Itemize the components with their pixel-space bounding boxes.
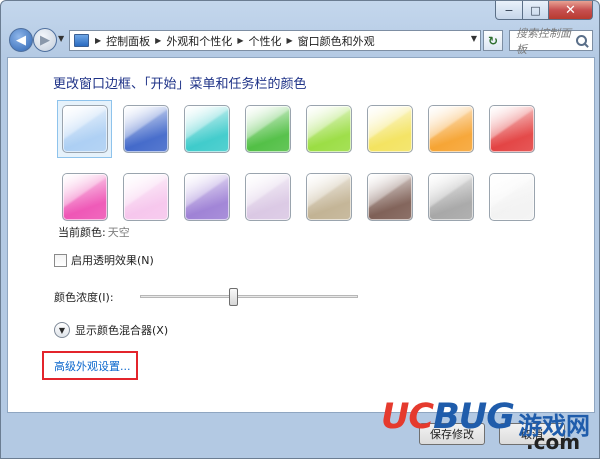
transparency-label[interactable]: 启用透明效果(N): [71, 252, 154, 268]
search-input[interactable]: 搜索控制面板: [509, 27, 593, 56]
color-swatch-tile[interactable]: [122, 173, 169, 221]
color-swatch-7[interactable]: [423, 100, 478, 158]
color-swatch-tile[interactable]: [427, 105, 474, 153]
color-swatch-16[interactable]: [484, 168, 539, 226]
intensity-label: 颜色浓度(I):: [54, 291, 114, 304]
caption-buttons: − □ ✕: [495, 1, 593, 21]
search-placeholder: 搜索控制面板: [516, 26, 571, 56]
color-swatch-tile[interactable]: [366, 105, 413, 153]
color-swatch-4[interactable]: [240, 100, 295, 158]
page-title: 更改窗口边框、「开始」菜单和任务栏的颜色: [53, 77, 307, 92]
color-swatch-11[interactable]: [179, 168, 234, 226]
control-panel-window: − □ ✕ ◀ ▶ ▼ ▶ 控制面板 ▶ 外观和个性化 ▶ 个性化 ▶ 窗口颜色…: [0, 0, 600, 459]
color-mixer-label[interactable]: 显示颜色混合器(X): [75, 322, 168, 338]
color-swatch-tile[interactable]: [305, 105, 352, 153]
forward-button[interactable]: ▶: [33, 28, 57, 52]
maximize-button[interactable]: □: [523, 1, 549, 20]
current-color-value: 天空: [107, 226, 130, 239]
transparency-checkbox[interactable]: [54, 253, 67, 267]
breadcrumb-personalization[interactable]: 个性化: [247, 33, 282, 49]
back-button[interactable]: ◀: [9, 28, 33, 52]
transparency-option[interactable]: 启用透明效果(N): [54, 252, 154, 268]
color-swatch-tile[interactable]: [427, 173, 474, 221]
address-dropdown-icon[interactable]: ▼: [471, 34, 477, 43]
color-swatch-tile[interactable]: [183, 173, 230, 221]
current-color: 当前颜色: 天空: [58, 224, 130, 240]
color-swatch-tile[interactable]: [244, 173, 291, 221]
advanced-appearance-link[interactable]: 高级外观设置...: [54, 358, 131, 374]
breadcrumb-appearance[interactable]: 外观和个性化: [165, 33, 233, 49]
refresh-button[interactable]: ↻: [483, 30, 503, 51]
watermark-logo: UCBUG: [381, 397, 515, 437]
color-swatch-15[interactable]: [423, 168, 478, 226]
color-swatch-3[interactable]: [179, 100, 234, 158]
color-swatch-9[interactable]: [57, 168, 112, 226]
color-swatch-grid: [57, 100, 547, 226]
chevron-right-icon[interactable]: ▶: [155, 36, 161, 45]
breadcrumb-control-panel[interactable]: 控制面板: [105, 33, 151, 49]
color-swatch-12[interactable]: [240, 168, 295, 226]
color-swatch-tile[interactable]: [61, 105, 108, 153]
navigation-bar: ◀ ▶ ▼ ▶ 控制面板 ▶ 外观和个性化 ▶ 个性化 ▶ 窗口颜色和外观 ▼ …: [1, 23, 599, 57]
minimize-button[interactable]: −: [495, 1, 523, 20]
chevron-right-icon[interactable]: ▶: [95, 36, 101, 45]
color-swatch-tile[interactable]: [244, 105, 291, 153]
chevron-right-icon[interactable]: ▶: [237, 36, 243, 45]
color-swatch-tile[interactable]: [488, 105, 535, 153]
color-swatch-tile[interactable]: [488, 173, 535, 221]
color-swatch-tile[interactable]: [366, 173, 413, 221]
breadcrumb-window-color[interactable]: 窗口颜色和外观: [297, 33, 376, 49]
close-button[interactable]: ✕: [549, 1, 593, 20]
color-swatch-tile[interactable]: [122, 105, 169, 153]
content-pane: 更改窗口边框、「开始」菜单和任务栏的颜色 当前颜色: 天空 启用透明效果(N) 颜…: [7, 57, 595, 413]
color-swatch-tile[interactable]: [305, 173, 352, 221]
intensity-row: 颜色浓度(I):: [54, 286, 374, 306]
chevron-down-icon[interactable]: ▼: [54, 322, 70, 338]
color-swatch-1[interactable]: [57, 100, 112, 158]
color-swatch-14[interactable]: [362, 168, 417, 226]
color-swatch-5[interactable]: [301, 100, 356, 158]
current-color-label: 当前颜色:: [58, 226, 106, 239]
color-swatch-10[interactable]: [118, 168, 173, 226]
intensity-slider[interactable]: [140, 288, 358, 306]
color-swatch-2[interactable]: [118, 100, 173, 158]
watermark-domain: .com: [526, 430, 581, 454]
color-mixer-toggle[interactable]: ▼ 显示颜色混合器(X): [54, 322, 168, 338]
color-swatch-13[interactable]: [301, 168, 356, 226]
color-swatch-6[interactable]: [362, 100, 417, 158]
color-swatch-tile[interactable]: [183, 105, 230, 153]
color-swatch-tile[interactable]: [61, 173, 108, 221]
control-panel-icon: [74, 34, 89, 47]
recent-pages-dropdown-icon[interactable]: ▼: [58, 34, 64, 43]
intensity-slider-thumb[interactable]: [228, 288, 238, 306]
address-bar[interactable]: ▶ 控制面板 ▶ 外观和个性化 ▶ 个性化 ▶ 窗口颜色和外观 ▼: [69, 30, 481, 51]
color-swatch-8[interactable]: [484, 100, 539, 158]
chevron-right-icon[interactable]: ▶: [286, 36, 292, 45]
site-watermark: UCBUG 游戏网 .com: [381, 397, 597, 457]
search-icon[interactable]: [575, 34, 589, 48]
